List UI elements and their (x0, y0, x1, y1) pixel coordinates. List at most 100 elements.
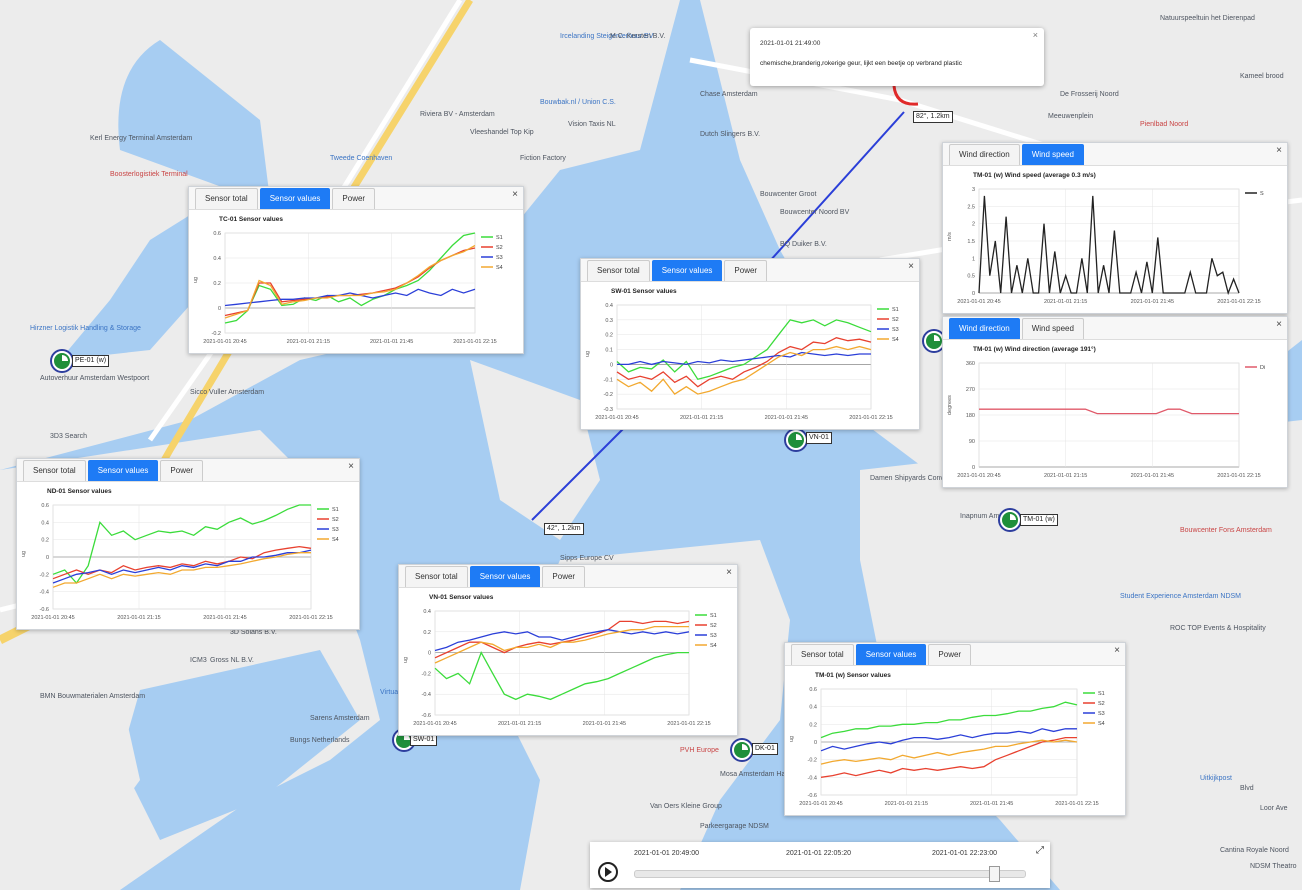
tab-sensor-values[interactable]: Sensor values (87, 460, 159, 481)
x-tick-label: 2021-01-01 20:45 (203, 339, 246, 345)
x-tick-label: 2021-01-01 21:15 (117, 615, 160, 621)
timeline-slider-thumb[interactable] (988, 866, 1000, 882)
map-label: Bungs Netherlands (290, 737, 350, 744)
legend-label: S3 (710, 633, 717, 639)
tab-sensor-total[interactable]: Sensor total (195, 188, 258, 209)
map-label: Bouwcenter Fons Amsterdam (1180, 527, 1272, 534)
y-tick-label: 0.4 (809, 705, 817, 711)
map-label: Dutch Slingers B.V. (700, 131, 760, 138)
tab-power[interactable]: Power (332, 188, 376, 209)
legend-label: S1 (332, 507, 339, 513)
wedge-icon (934, 335, 940, 341)
y-axis-label: ug (21, 551, 27, 557)
close-icon[interactable]: × (908, 262, 914, 272)
close-icon[interactable]: × (726, 568, 732, 578)
tab-power[interactable]: Power (542, 566, 586, 587)
map-label: M.C. Kersten B.V. (610, 33, 665, 40)
plot-area (434, 610, 690, 716)
marker-label-vn01: VN-01 (806, 432, 832, 444)
map-label: Riviera BV - Amsterdam (420, 111, 495, 118)
expand-icon[interactable]: ⤢ (1036, 845, 1044, 856)
legend-label: S1 (710, 613, 717, 619)
wedge-icon (62, 355, 68, 361)
tab-power[interactable]: Power (928, 644, 972, 665)
map-label: Chase Amsterdam (700, 91, 758, 98)
y-tick-label: -0.6 (808, 793, 817, 799)
y-tick-label: -0.2 (604, 392, 613, 398)
legend-label: S4 (892, 337, 899, 343)
tab-sensor-total[interactable]: Sensor total (23, 460, 86, 481)
timeline-slider-track[interactable] (634, 870, 1026, 878)
tab-sensor-values[interactable]: Sensor values (855, 644, 927, 665)
x-tick-label: 2021-01-01 21:45 (370, 339, 413, 345)
map-label: Uitkijkpost (1200, 775, 1232, 782)
map-label: Fiction Factory (520, 155, 566, 162)
tab-wind-speed[interactable]: Wind speed (1021, 318, 1084, 339)
tab-sensor-total[interactable]: Sensor total (405, 566, 468, 587)
tab-wind-direction[interactable]: Wind direction (949, 318, 1020, 339)
close-icon[interactable]: × (1276, 146, 1282, 156)
panel-tabs: Sensor total Sensor values Power (581, 259, 919, 282)
map-label: NDSM Theatro (1250, 863, 1297, 870)
close-icon[interactable]: × (348, 462, 354, 472)
chart-title: TC-01 Sensor values (219, 216, 283, 223)
chart-title: VN-01 Sensor values (429, 594, 494, 601)
map-label: Cantina Royale Noord (1220, 847, 1289, 854)
map-marker-dk01[interactable] (732, 740, 752, 760)
map-marker-pe01[interactable] (52, 351, 72, 371)
y-tick-label: -0.2 (40, 572, 49, 578)
y-tick-label: -0.4 (808, 775, 817, 781)
y-tick-label: 0.4 (423, 609, 431, 615)
tab-sensor-total[interactable]: Sensor total (791, 644, 854, 665)
tab-wind-direction[interactable]: Wind direction (949, 144, 1020, 165)
tab-sensor-values[interactable]: Sensor values (651, 260, 723, 281)
y-tick-label: -0.2 (808, 758, 817, 764)
tab-sensor-values[interactable]: Sensor values (469, 566, 541, 587)
map-label: De Frosserij Noord (1060, 91, 1119, 98)
y-tick-label: 0.1 (605, 348, 613, 354)
map-marker-vn01[interactable] (786, 430, 806, 450)
map-label: Tweede Coenhaven (330, 155, 392, 162)
wedge-icon (796, 434, 802, 440)
timeline-start: 2021-01-01 20:49:00 (634, 850, 699, 857)
y-tick-label: -0.4 (422, 692, 431, 698)
play-icon[interactable] (598, 862, 618, 882)
y-tick-label: 0.2 (809, 722, 817, 728)
tab-wind-speed[interactable]: Wind speed (1021, 144, 1084, 165)
close-icon[interactable]: × (512, 190, 518, 200)
panel-tabs: Sensor total Sensor values Power (785, 643, 1125, 666)
x-tick-label: 2021-01-01 21:15 (885, 801, 928, 807)
tab-power[interactable]: Power (724, 260, 768, 281)
panel-wind-direction: Wind direction Wind speed × TM-01 (w) Wind … (942, 316, 1288, 488)
x-tick-label: 2021-01-01 22:15 (289, 615, 332, 621)
measure-label-1: 82°, 1.2km (913, 111, 953, 123)
close-icon[interactable]: × (1276, 320, 1282, 330)
y-tick-label: 0.6 (809, 687, 817, 693)
x-tick-label: 2021-01-01 21:45 (765, 415, 808, 421)
y-axis-label: ug (403, 657, 409, 663)
tab-power[interactable]: Power (160, 460, 204, 481)
close-icon[interactable]: × (1033, 30, 1038, 40)
x-tick-label: 2021-01-01 22:15 (453, 339, 496, 345)
legend-label: S1 (1098, 691, 1105, 697)
close-icon[interactable]: × (1114, 646, 1120, 656)
x-tick-label: 2021-01-01 20:45 (799, 801, 842, 807)
map-label: Hirzner Logistik Handling & Storage (30, 325, 141, 332)
map-marker-wind[interactable] (924, 331, 944, 351)
map-label: Boosterlogistiek Terminal (110, 171, 188, 178)
y-tick-label: 0 (46, 555, 49, 561)
chart: VN-01 Sensor values ug 0.4 0.2 0 -0.2 -0.4 -0.6… (403, 594, 717, 727)
x-tick-label: 2021-01-01 20:45 (413, 721, 456, 727)
chart-title: TM-01 (w) Sensor values (815, 672, 891, 679)
y-tick-label: 3 (972, 187, 975, 193)
map-label: Sarens Amsterdam (310, 715, 370, 722)
tab-sensor-values[interactable]: Sensor values (259, 188, 331, 209)
legend-label: S2 (496, 245, 503, 251)
x-tick-label: 2021-01-01 22:15 (1217, 299, 1260, 305)
map-marker-tm01[interactable] (1000, 510, 1020, 530)
y-tick-label: 90 (969, 439, 975, 445)
tab-sensor-total[interactable]: Sensor total (587, 260, 650, 281)
legend-label: S3 (332, 527, 339, 533)
map-label: 3D Solans B.V. (230, 629, 277, 636)
y-tick-label: 0.6 (41, 503, 49, 509)
